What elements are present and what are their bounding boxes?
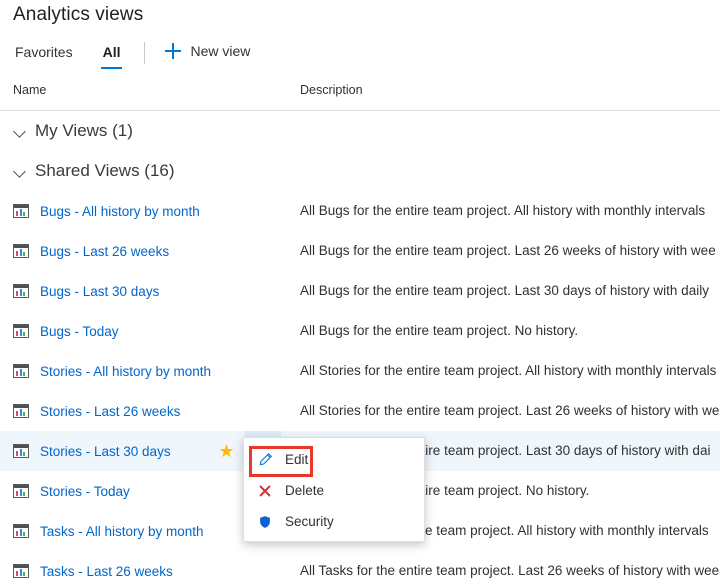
toolbar-divider xyxy=(144,42,146,64)
context-menu-item-label: Delete xyxy=(285,483,325,498)
view-description: All Tasks for the entire team project. L… xyxy=(300,563,720,578)
context-menu-item-security[interactable]: Security xyxy=(244,506,424,537)
view-description: All Bugs for the entire team project. La… xyxy=(300,283,709,298)
chart-view-icon xyxy=(13,284,29,298)
chart-view-icon xyxy=(13,364,29,378)
view-name-link[interactable]: Tasks - Last 26 weeks xyxy=(40,564,215,579)
column-header-description: Description xyxy=(300,83,363,97)
table-row[interactable]: Bugs - Last 26 weeks All Bugs for the en… xyxy=(0,231,720,271)
view-name-link[interactable]: Stories - Last 30 days xyxy=(40,444,215,459)
table-row[interactable]: Tasks - Last 26 weeks All Tasks for the … xyxy=(0,551,720,588)
group-label: Shared Views (16) xyxy=(35,161,175,180)
chevron-down-icon xyxy=(13,124,28,139)
close-x-icon xyxy=(257,483,273,499)
chart-view-icon xyxy=(13,564,29,578)
context-menu-item-label: Edit xyxy=(285,452,309,467)
view-name-link[interactable]: Bugs - Last 30 days xyxy=(40,284,215,299)
context-menu-item-delete[interactable]: Delete xyxy=(244,475,424,506)
shield-icon xyxy=(257,514,273,530)
chart-view-icon xyxy=(13,524,29,538)
page-title: Analytics views xyxy=(13,4,144,25)
context-menu-item-label: Security xyxy=(285,514,334,529)
table-row[interactable]: Bugs - Today All Bugs for the entire tea… xyxy=(0,311,720,351)
chart-view-icon xyxy=(13,204,29,218)
new-view-label: New view xyxy=(190,43,251,59)
chart-view-icon xyxy=(13,484,29,498)
table-row[interactable]: Bugs - All history by month All Bugs for… xyxy=(0,191,720,231)
context-menu-item-edit[interactable]: Edit xyxy=(244,444,424,475)
view-description: All Stories for the entire team project.… xyxy=(300,403,720,418)
view-name-link[interactable]: Bugs - Today xyxy=(40,324,215,339)
context-menu: Edit Delete Security xyxy=(243,437,425,542)
command-bar: Favorites All New view xyxy=(0,42,720,78)
view-description: All Bugs for the entire team project. Al… xyxy=(300,203,706,218)
table-row[interactable]: Stories - Last 26 weeks All Stories for … xyxy=(0,391,720,431)
group-label: My Views (1) xyxy=(35,121,133,140)
table-row[interactable]: Bugs - Last 30 days All Bugs for the ent… xyxy=(0,271,720,311)
star-filled-icon[interactable]: ★ xyxy=(218,442,235,460)
new-view-button[interactable]: New view xyxy=(165,42,250,59)
chart-view-icon xyxy=(13,244,29,258)
tab-all[interactable]: All xyxy=(100,42,123,69)
tab-favorites[interactable]: Favorites xyxy=(13,42,75,69)
table-row[interactable]: Stories - All history by month All Stori… xyxy=(0,351,720,391)
group-header-my-views[interactable]: My Views (1) xyxy=(0,111,720,151)
group-header-shared-views[interactable]: Shared Views (16) xyxy=(0,151,720,191)
chart-view-icon xyxy=(13,324,29,338)
view-name-link[interactable]: Stories - All history by month xyxy=(40,364,215,379)
chart-view-icon xyxy=(13,404,29,418)
view-description: All Stories for the entire team project.… xyxy=(300,363,717,378)
chevron-down-icon xyxy=(13,164,28,179)
column-header-name: Name xyxy=(13,83,47,97)
view-name-link[interactable]: Bugs - Last 26 weeks xyxy=(40,244,215,259)
chart-view-icon xyxy=(13,444,29,458)
view-name-link[interactable]: Stories - Last 26 weeks xyxy=(40,404,215,419)
view-description: All Bugs for the entire team project. La… xyxy=(300,243,716,258)
pencil-icon xyxy=(257,452,273,468)
view-name-link[interactable]: Stories - Today xyxy=(40,484,215,499)
plus-icon xyxy=(165,43,182,59)
view-name-link[interactable]: Tasks - All history by month xyxy=(40,524,215,539)
view-name-link[interactable]: Bugs - All history by month xyxy=(40,204,215,219)
view-description: All Bugs for the entire team project. No… xyxy=(300,323,579,338)
